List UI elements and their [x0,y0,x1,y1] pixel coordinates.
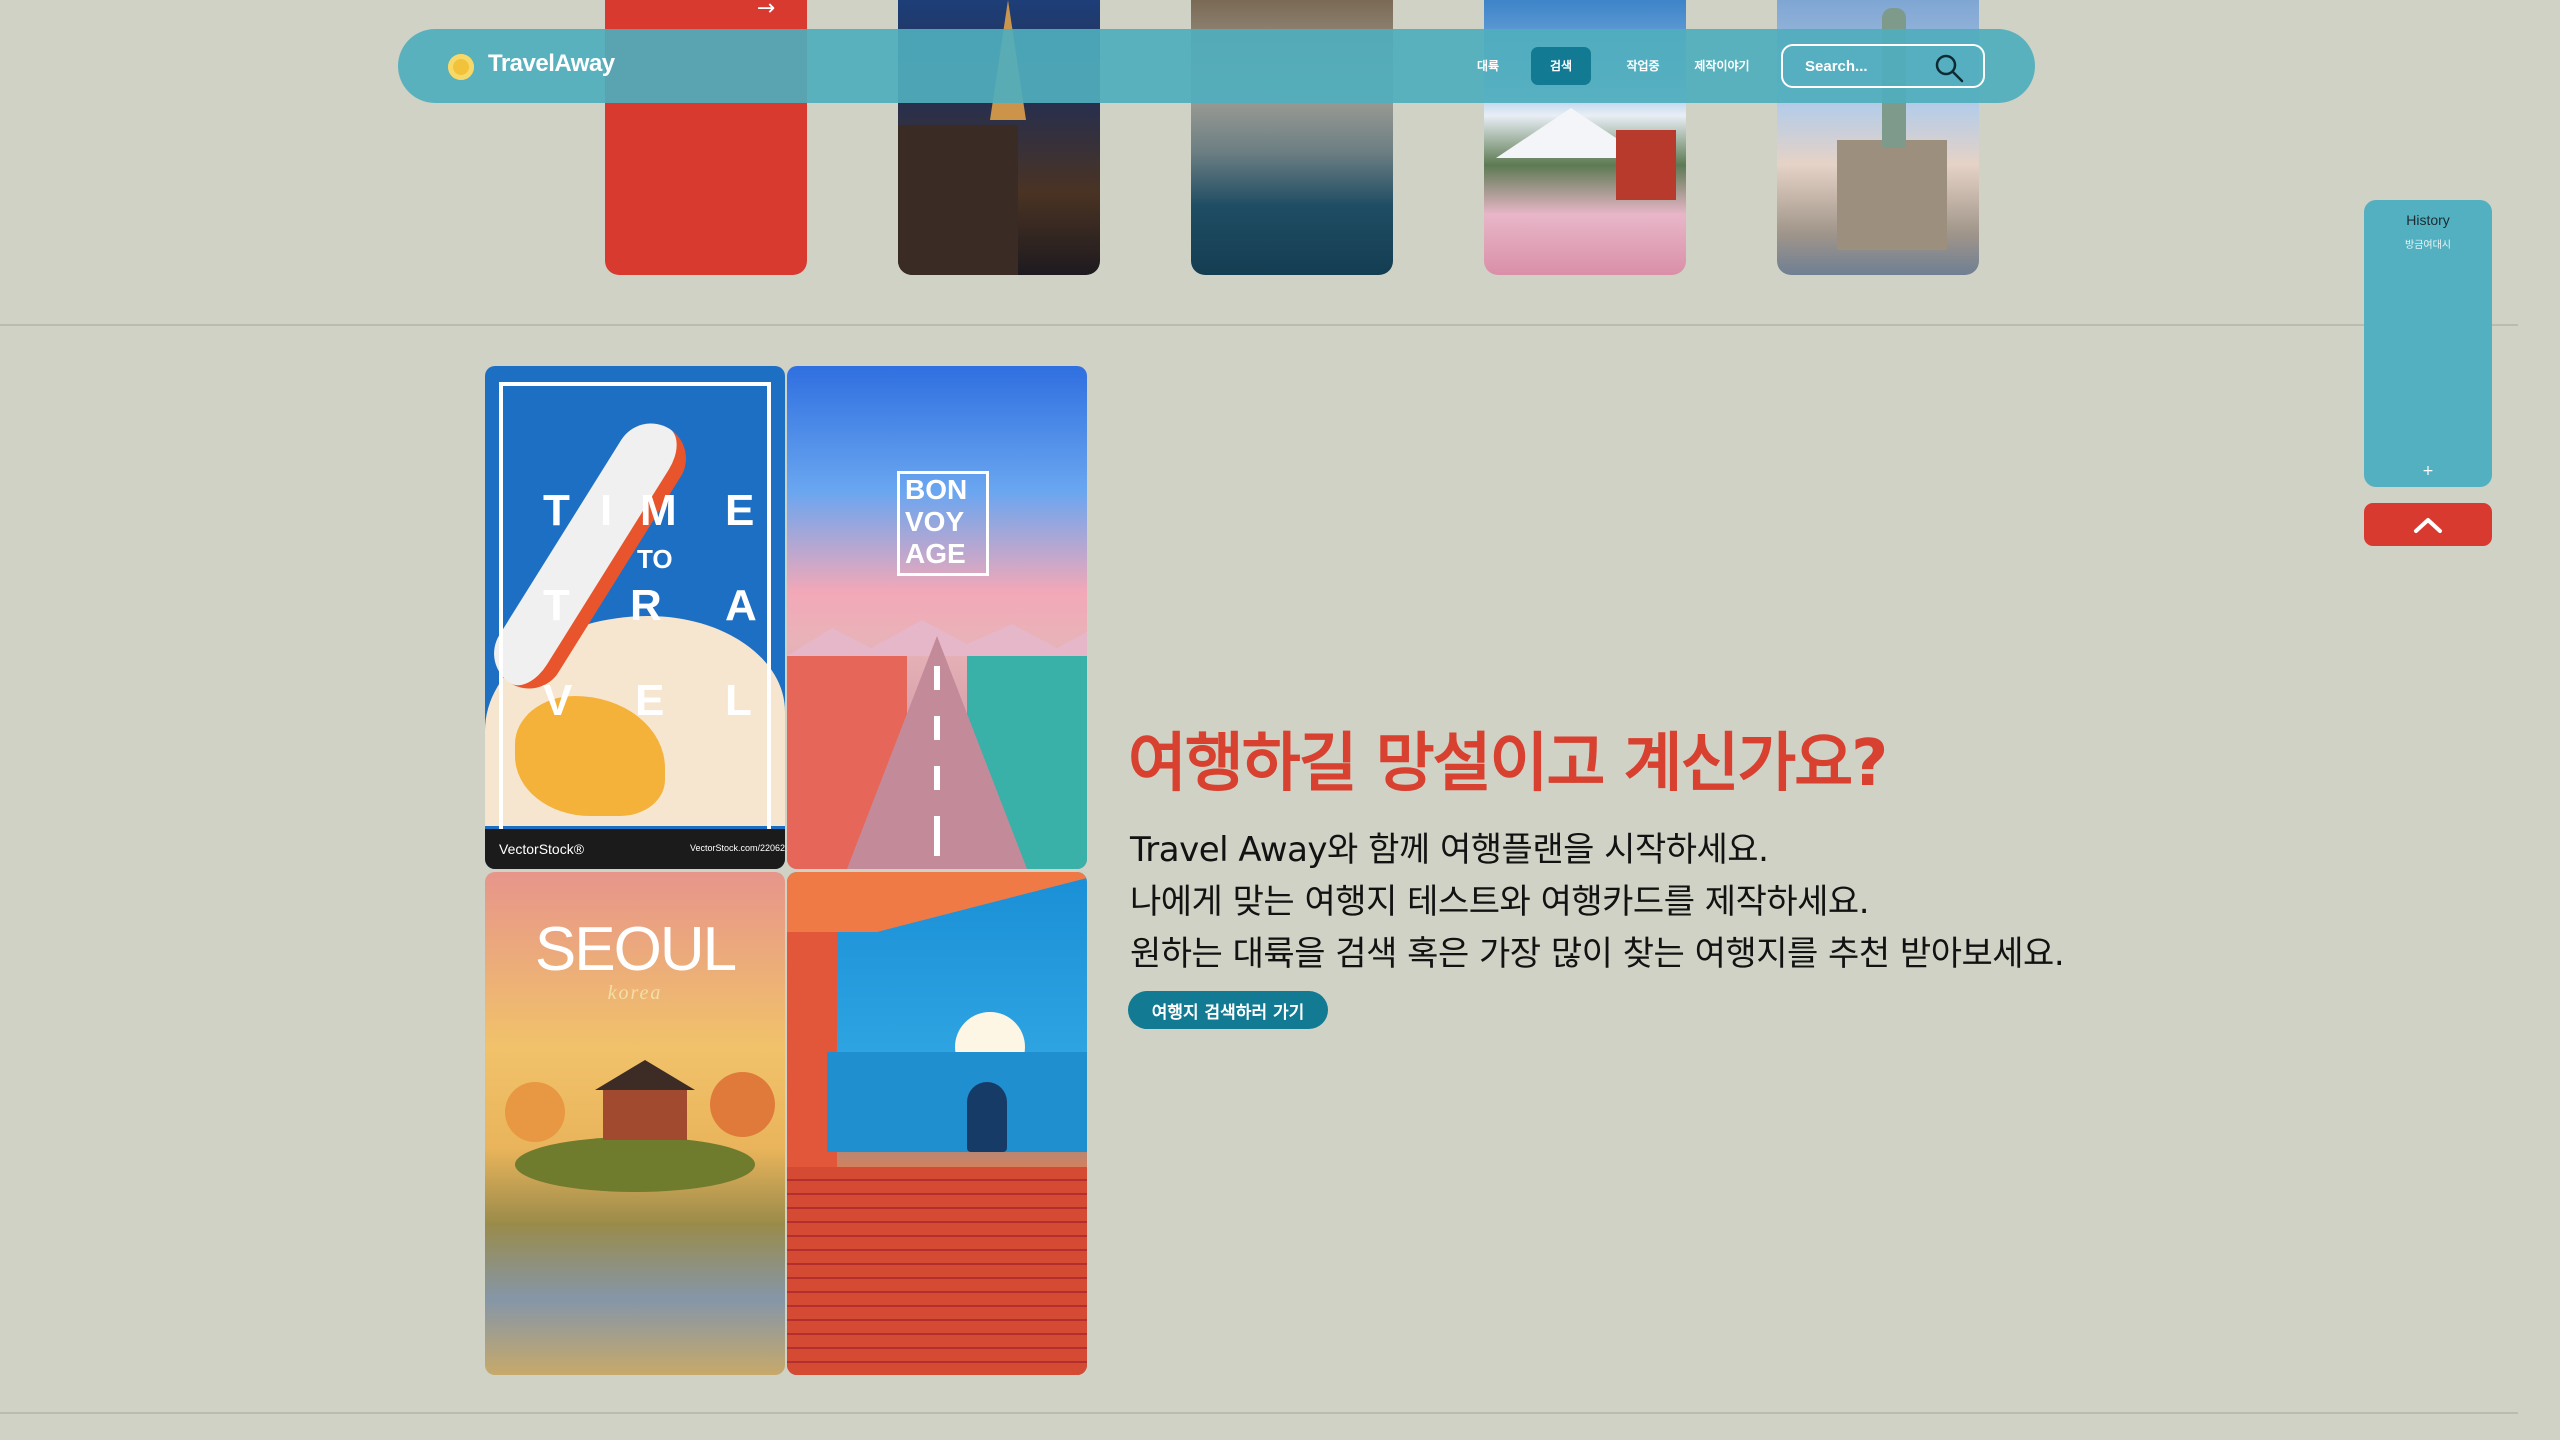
poster-footer: VectorStock® VectorStock.com/22062 [485,829,785,869]
road-dash [934,766,940,790]
seoul-subtitle: korea [607,982,663,1004]
poster-seoul[interactable]: SEOUL korea [485,872,785,1375]
pool-water-shape [827,1052,1087,1152]
road-dash [934,716,940,740]
search-box [1781,44,1985,88]
seoul-title: SEOUL [534,915,737,984]
road-dash [934,816,940,856]
section-divider [0,324,2518,326]
hero-line-1: Travel Away와 함께 여행플랜을 시작하세요. [1130,830,1769,870]
vectorstock-brand: VectorStock® [499,841,585,857]
arrow-right-icon[interactable]: → [751,0,781,20]
hero-headline: 여행하길 망설이고 계신가요? [1128,727,1888,801]
vectorstock-url: VectorStock.com/22062 [689,843,785,853]
pavilion-roof-shape [595,1060,695,1090]
road-dash [934,666,940,690]
search-icon[interactable] [1933,52,1965,84]
hero-line-3: 원하는 대륙을 검색 혹은 가장 많이 찾는 여행지를 추천 받아보세요. [1130,934,2065,974]
poster-pool[interactable] [787,872,1087,1375]
search-destination-button[interactable]: 여행지 검색하러 가기 [1128,991,1328,1029]
add-history-button[interactable]: + [2364,463,2492,479]
bon-voyage-text: BON VOY AGE [905,474,968,569]
section-divider [0,1412,2518,1414]
nav-item-continent[interactable]: 대륙 [1464,47,1512,85]
nav-item-search[interactable]: 검색 [1531,47,1591,85]
history-panel: History 방금여대시 + [2364,200,2492,487]
history-subtitle: 방금여대시 [2405,240,2451,251]
island-shape [515,1137,755,1192]
chevron-up-icon [2414,518,2442,533]
logo-icon[interactable] [448,54,474,80]
top-navbar: TravelAway 대륙 검색 작업중 제작이야기 [398,29,2035,103]
deck-shape [787,1167,1087,1375]
roof-shape [787,872,1087,932]
poster-lettering: T I M E TO T R A V E L [543,486,757,725]
poster-bon-voyage[interactable]: BON VOY AGE [787,366,1087,869]
hero-line-2: 나에게 맞는 여행지 테스트와 여행카드를 제작하세요. [1130,882,1870,922]
tree-shape [710,1072,775,1137]
pavilion-shape [603,1090,687,1140]
nav-item-in-progress[interactable]: 작업중 [1618,47,1668,85]
nav-item-making-story[interactable]: 제작이야기 [1688,47,1756,85]
brand-name[interactable]: TravelAway [488,50,615,78]
poster-time-to-travel[interactable]: T I M E TO T R A V E L VectorStock® Vect… [485,366,785,869]
pedestal-shape [1837,140,1947,250]
building-shape [898,125,1018,275]
search-input[interactable] [1805,54,1925,78]
scroll-top-button[interactable] [2364,503,2492,546]
person-shape [967,1082,1007,1152]
history-title: History [2406,212,2450,228]
pagoda-shape [1616,130,1676,200]
tree-shape [505,1082,565,1142]
